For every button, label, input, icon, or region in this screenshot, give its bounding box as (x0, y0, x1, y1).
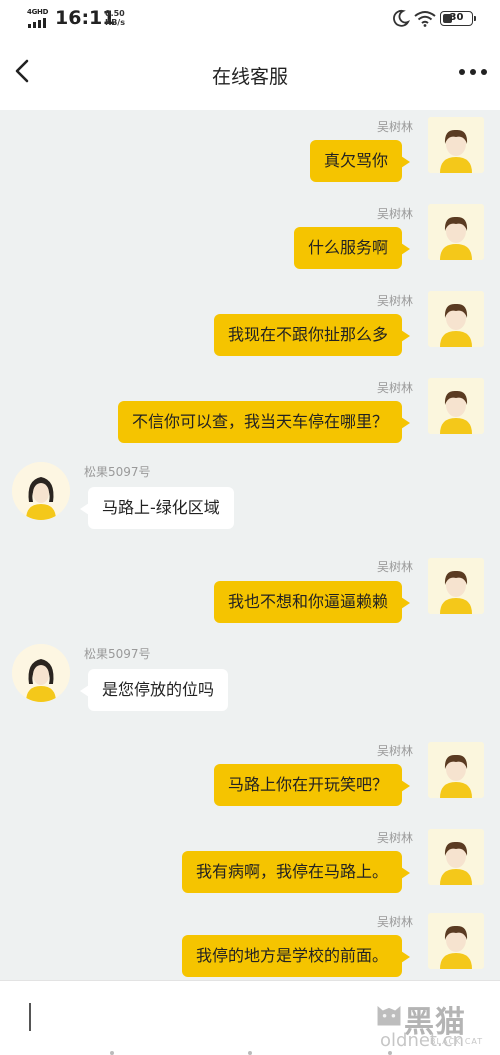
user-avatar[interactable] (428, 291, 484, 347)
sender-name: 吴树林 (376, 744, 413, 758)
message-row: 吴树林 不信你可以查，我当天车停在哪里？ (0, 371, 500, 457)
text-caret (29, 1003, 31, 1031)
sender-name: 松果5097号 (84, 465, 151, 479)
status-bar: 4GHD 16:11 0.50 KB/s 30 (0, 0, 500, 38)
message-bubble[interactable]: 不信你可以查，我当天车停在哪里？ (117, 401, 411, 443)
battery-level: 30 (449, 12, 464, 23)
page-title: 在线客服 (211, 66, 288, 88)
battery-icon: 30 (440, 11, 476, 26)
sender-name: 吴树林 (376, 120, 413, 134)
message-row: 吴树林 马路上你在开玩笑吧？ (0, 734, 500, 820)
message-row: 吴树林 我也不想和你逼逼赖赖 (0, 550, 500, 636)
message-bubble[interactable]: 我也不想和你逼逼赖赖 (213, 581, 411, 623)
message-row: 吴树林 什么服务啊 (0, 197, 500, 283)
message-bubble[interactable]: 我现在不跟你扯那么多 (213, 314, 411, 356)
bottom-indicator (0, 1049, 500, 1055)
user-avatar[interactable] (428, 204, 484, 260)
network-speed-value: 0.50 (105, 9, 125, 18)
sender-name: 吴树林 (376, 381, 413, 395)
message-bubble[interactable]: 是您停放的位吗 (79, 669, 229, 711)
message-bubble[interactable]: 我有病啊，我停在马路上。 (181, 851, 411, 893)
chat-area[interactable]: 吴树林 真欠骂你 吴树林 什么服务啊 吴树林 我现在不跟你扯那么多 吴树林 不信… (0, 110, 500, 980)
message-row: 松果5097号 马路上-绿化区域 (0, 458, 500, 548)
network-speed-unit: KB/s (105, 18, 125, 27)
more-dots-icon[interactable] (455, 64, 491, 80)
message-bubble[interactable]: 什么服务啊 (293, 227, 411, 269)
sender-name: 吴树林 (376, 915, 413, 929)
sender-name: 吴树林 (376, 831, 413, 845)
wifi-icon (414, 11, 436, 27)
user-avatar[interactable] (428, 117, 484, 173)
cat-logo-icon (377, 1006, 401, 1026)
agent-avatar[interactable] (12, 462, 70, 520)
message-bubble[interactable]: 马路上-绿化区域 (80, 487, 234, 529)
sender-name: 松果5097号 (84, 647, 151, 661)
sender-name: 吴树林 (376, 560, 413, 574)
message-bubble[interactable]: 马路上你在开玩笑吧？ (213, 764, 411, 806)
message-row: 吴树林 我有病啊，我停在马路上。 (0, 821, 500, 907)
sender-name: 吴树林 (376, 294, 413, 308)
network-type: 4GHD (27, 8, 49, 16)
message-row: 吴树林 真欠骂你 (0, 110, 500, 196)
signal-icon: 4GHD (27, 8, 49, 28)
network-speed: 0.50 KB/s (105, 9, 125, 27)
watermark-logo: 黑猫 oldnet.cn BLACK CAT (372, 985, 497, 1053)
sender-name: 吴树林 (376, 207, 413, 221)
watermark-subtitle: BLACK CAT (430, 1037, 484, 1046)
message-row: 吴树林 我停的地方是学校的前面。 (0, 908, 500, 980)
user-avatar[interactable] (428, 742, 484, 798)
message-row: 松果5097号 是您停放的位吗 (0, 640, 500, 730)
user-avatar[interactable] (428, 913, 484, 969)
user-avatar[interactable] (428, 378, 484, 434)
message-bubble[interactable]: 真欠骂你 (309, 140, 411, 182)
user-avatar[interactable] (428, 558, 484, 614)
message-bubble[interactable]: 我停的地方是学校的前面。 (181, 935, 411, 977)
message-input[interactable] (14, 993, 364, 1039)
message-row: 吴树林 我现在不跟你扯那么多 (0, 284, 500, 370)
user-avatar[interactable] (428, 829, 484, 885)
agent-avatar[interactable] (12, 644, 70, 702)
header: 在线客服 (0, 38, 500, 110)
moon-icon (393, 9, 410, 27)
input-bar: 黑猫 oldnet.cn BLACK CAT (0, 980, 500, 1055)
